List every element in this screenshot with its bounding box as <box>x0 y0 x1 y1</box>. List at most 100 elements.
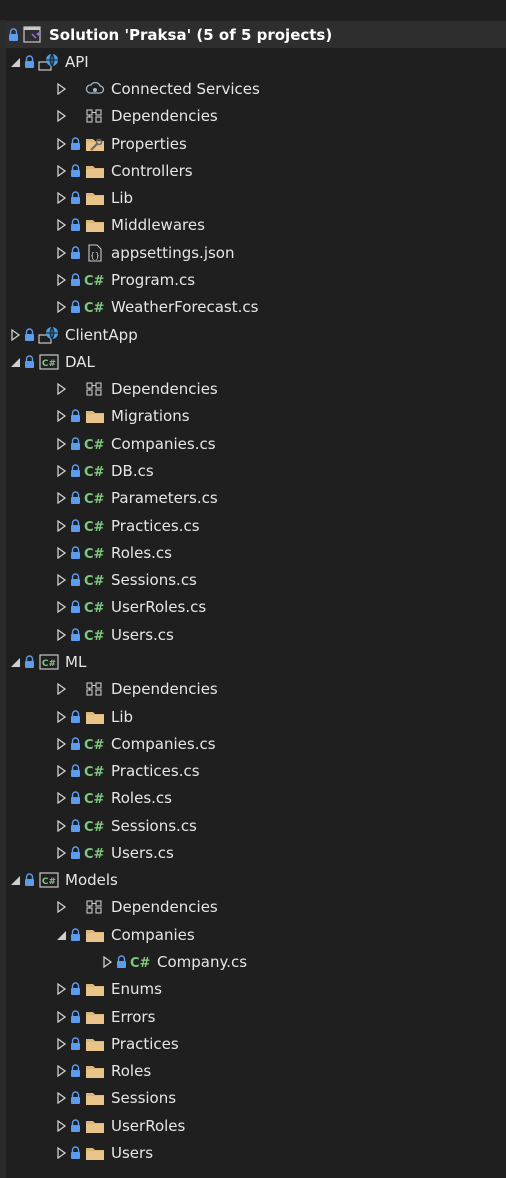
collapsed-arrow-icon[interactable] <box>54 900 68 914</box>
solution-root-row[interactable]: Solution 'Praksa' (5 of 5 projects) <box>6 21 506 48</box>
collapsed-arrow-icon[interactable] <box>54 437 68 451</box>
collapsed-arrow-icon[interactable] <box>54 737 68 751</box>
tree-item-connected-services[interactable]: Connected Services <box>6 76 506 103</box>
lock-icon <box>70 1037 81 1051</box>
tree-item-label: Errors <box>111 1007 156 1026</box>
tree-item-practices-cs[interactable]: C# Practices.cs <box>6 512 506 539</box>
tree-item-parameters-cs[interactable]: C# Parameters.cs <box>6 485 506 512</box>
collapsed-arrow-icon[interactable] <box>54 300 68 314</box>
tree-item-sessions[interactable]: Sessions <box>6 1085 506 1112</box>
collapsed-arrow-icon[interactable] <box>54 1119 68 1133</box>
expanded-arrow-icon[interactable] <box>8 355 22 369</box>
expanded-arrow-icon[interactable] <box>8 655 22 669</box>
collapsed-arrow-icon[interactable] <box>54 819 68 833</box>
tree-item-dependencies[interactable]: Dependencies <box>6 103 506 130</box>
collapsed-arrow-icon[interactable] <box>54 1010 68 1024</box>
collapsed-arrow-icon[interactable] <box>54 982 68 996</box>
tree-item-program-cs[interactable]: C# Program.cs <box>6 267 506 294</box>
tree-item-migrations[interactable]: Migrations <box>6 403 506 430</box>
collapsed-arrow-icon[interactable] <box>54 791 68 805</box>
collapsed-arrow-icon[interactable] <box>54 491 68 505</box>
collapsed-arrow-icon[interactable] <box>54 1037 68 1051</box>
collapsed-arrow-icon[interactable] <box>54 1146 68 1160</box>
folder-icon <box>84 162 106 180</box>
tree-item-roles-cs[interactable]: C# Roles.cs <box>6 539 506 566</box>
folder-icon <box>84 1144 106 1162</box>
collapsed-arrow-icon[interactable] <box>54 1064 68 1078</box>
collapsed-arrow-icon[interactable] <box>54 164 68 178</box>
collapsed-arrow-icon[interactable] <box>54 382 68 396</box>
tree-item-weatherforecast-cs[interactable]: C# WeatherForecast.cs <box>6 294 506 321</box>
collapsed-arrow-icon[interactable] <box>54 628 68 642</box>
collapsed-arrow-icon[interactable] <box>100 955 114 969</box>
tree-item-api[interactable]: API <box>6 48 506 75</box>
tree-item-ml[interactable]: C# ML <box>6 648 506 675</box>
lock-icon <box>70 546 81 560</box>
tree-item-companies-cs[interactable]: C# Companies.cs <box>6 730 506 757</box>
expanded-arrow-icon[interactable] <box>54 928 68 942</box>
tree-item-users-cs[interactable]: C# Users.cs <box>6 839 506 866</box>
collapsed-arrow-icon[interactable] <box>8 328 22 342</box>
tree-item-db-cs[interactable]: C# DB.cs <box>6 457 506 484</box>
solution-explorer-tree: Solution 'Praksa' (5 of 5 projects) API … <box>0 0 506 1178</box>
tree-item-label: Users.cs <box>111 625 174 644</box>
lock-icon <box>70 600 81 614</box>
tree-item-clientapp[interactable]: ClientApp <box>6 321 506 348</box>
tree-item-enums[interactable]: Enums <box>6 976 506 1003</box>
svg-text:C#: C# <box>84 601 105 615</box>
tree-item-practices-cs[interactable]: C# Practices.cs <box>6 758 506 785</box>
expanded-arrow-icon[interactable] <box>8 55 22 69</box>
folder-icon <box>84 1008 106 1026</box>
tree-item-companies-cs[interactable]: C# Companies.cs <box>6 430 506 457</box>
tree-item-properties[interactable]: Properties <box>6 130 506 157</box>
tree-item-middlewares[interactable]: Middlewares <box>6 212 506 239</box>
tree-item-companies[interactable]: Companies <box>6 921 506 948</box>
collapsed-arrow-icon[interactable] <box>54 246 68 260</box>
collapsed-arrow-icon[interactable] <box>54 573 68 587</box>
collapsed-arrow-icon[interactable] <box>54 546 68 560</box>
tree-item-dal[interactable]: C# DAL <box>6 348 506 375</box>
tree-item-dependencies[interactable]: Dependencies <box>6 376 506 403</box>
tree-item-controllers[interactable]: Controllers <box>6 157 506 184</box>
tree-item-userroles[interactable]: UserRoles <box>6 1112 506 1139</box>
tree-item-userroles-cs[interactable]: C# UserRoles.cs <box>6 594 506 621</box>
collapsed-arrow-icon[interactable] <box>54 218 68 232</box>
tree-item-errors[interactable]: Errors <box>6 1003 506 1030</box>
collapsed-arrow-icon[interactable] <box>54 109 68 123</box>
tree-item-roles-cs[interactable]: C# Roles.cs <box>6 785 506 812</box>
tree-item-sessions-cs[interactable]: C# Sessions.cs <box>6 567 506 594</box>
folder-icon <box>84 1035 106 1053</box>
tree-item-users[interactable]: Users <box>6 1139 506 1166</box>
collapsed-arrow-icon[interactable] <box>54 273 68 287</box>
tree-item-practices[interactable]: Practices <box>6 1030 506 1057</box>
lock-icon <box>70 573 81 587</box>
collapsed-arrow-icon[interactable] <box>54 519 68 533</box>
tree-item-lib[interactable]: Lib <box>6 703 506 730</box>
tree-item-label: Dependencies <box>111 107 218 126</box>
collapsed-arrow-icon[interactable] <box>54 1091 68 1105</box>
expanded-arrow-icon[interactable] <box>8 873 22 887</box>
collapsed-arrow-icon[interactable] <box>54 710 68 724</box>
svg-text:C#: C# <box>84 547 105 561</box>
collapsed-arrow-icon[interactable] <box>54 600 68 614</box>
tree-item-dependencies[interactable]: Dependencies <box>6 894 506 921</box>
tree-item-label: Users <box>111 1143 154 1162</box>
tree-item-dependencies[interactable]: Dependencies <box>6 676 506 703</box>
tree-item-label: Companies.cs <box>111 734 216 753</box>
collapsed-arrow-icon[interactable] <box>54 764 68 778</box>
tree-item-sessions-cs[interactable]: C# Sessions.cs <box>6 812 506 839</box>
collapsed-arrow-icon[interactable] <box>54 846 68 860</box>
tree-item-roles[interactable]: Roles <box>6 1058 506 1085</box>
tree-item-models[interactable]: C# Models <box>6 867 506 894</box>
tree-item-company-cs[interactable]: C# Company.cs <box>6 949 506 976</box>
tree-item-lib[interactable]: Lib <box>6 185 506 212</box>
svg-text:C#: C# <box>84 847 105 861</box>
tree-item-appsettings-json[interactable]: {} appsettings.json <box>6 239 506 266</box>
collapsed-arrow-icon[interactable] <box>54 137 68 151</box>
collapsed-arrow-icon[interactable] <box>54 191 68 205</box>
collapsed-arrow-icon[interactable] <box>54 409 68 423</box>
collapsed-arrow-icon[interactable] <box>54 82 68 96</box>
collapsed-arrow-icon[interactable] <box>54 464 68 478</box>
collapsed-arrow-icon[interactable] <box>54 682 68 696</box>
tree-item-users-cs[interactable]: C# Users.cs <box>6 621 506 648</box>
